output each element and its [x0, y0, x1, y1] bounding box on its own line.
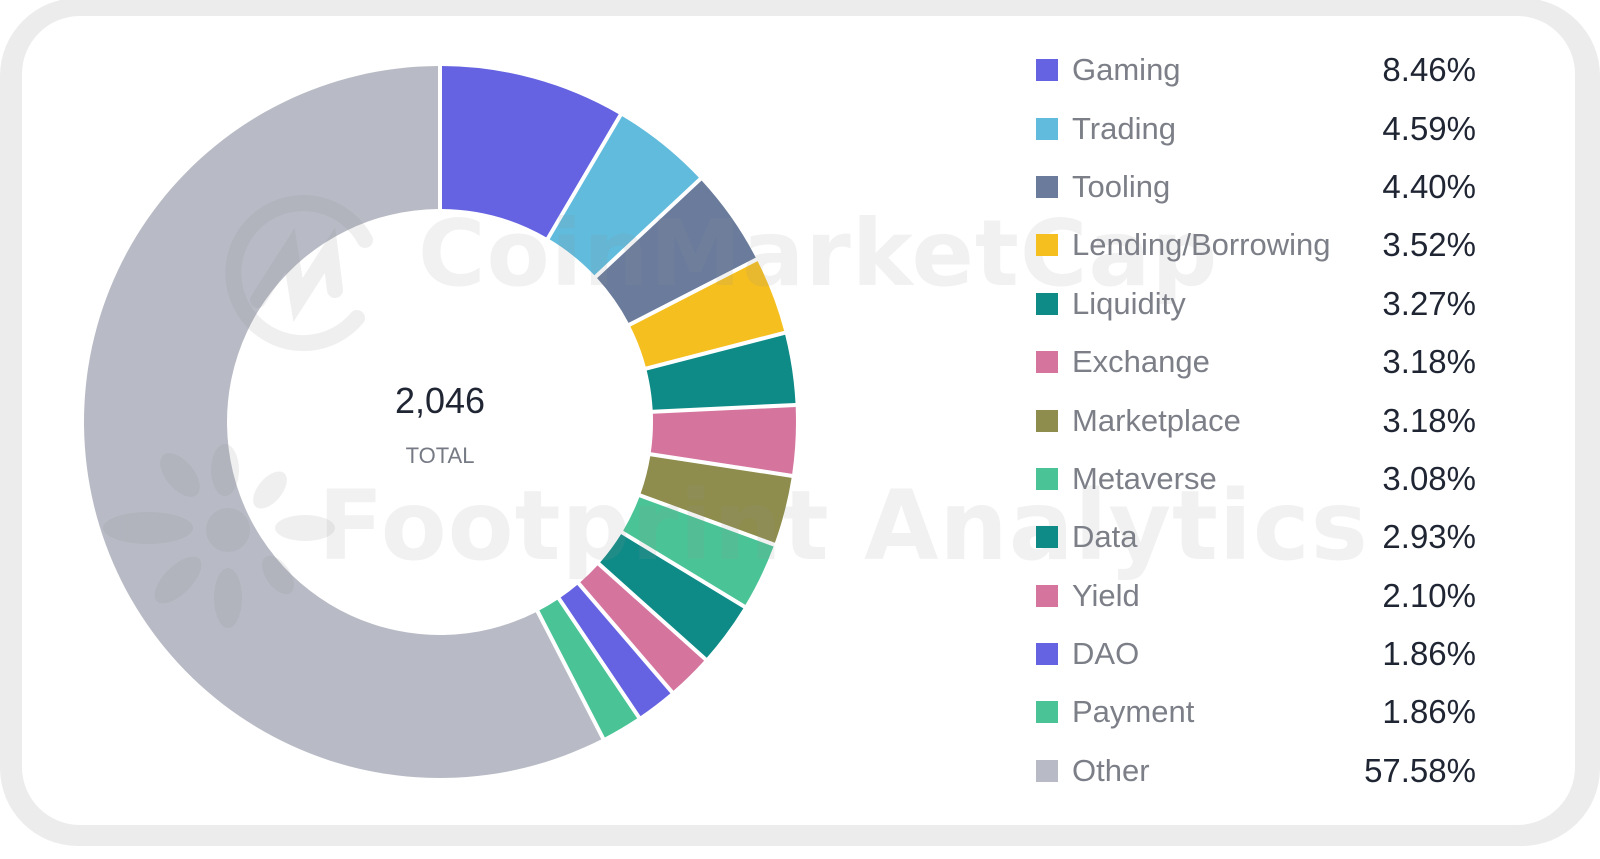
legend-value: 1.86% — [1382, 693, 1476, 731]
legend: Gaming 8.46% Trading 4.59% Tooling 4.40% Lendi… — [1036, 41, 1476, 800]
legend-item-lending-borrowing[interactable]: Lending/Borrowing 3.52% — [1036, 216, 1476, 274]
legend-swatch-icon — [1036, 759, 1058, 782]
legend-item-tooling[interactable]: Tooling 4.40% — [1036, 158, 1476, 216]
legend-value: 3.18% — [1382, 401, 1476, 439]
legend-label: Metaverse — [1072, 460, 1217, 496]
legend-swatch-icon — [1036, 175, 1058, 198]
legend-label: DAO — [1072, 636, 1140, 672]
legend-swatch-icon — [1036, 59, 1058, 82]
legend-swatch-icon — [1036, 292, 1058, 315]
legend-value: 8.46% — [1382, 51, 1476, 89]
legend-value: 57.58% — [1364, 751, 1476, 789]
legend-value: 3.27% — [1382, 284, 1476, 322]
legend-value: 3.08% — [1382, 459, 1476, 497]
legend-value: 2.10% — [1382, 576, 1476, 614]
legend-item-marketplace[interactable]: Marketplace 3.18% — [1036, 391, 1476, 449]
legend-label: Trading — [1072, 110, 1176, 146]
legend-label: Payment — [1072, 694, 1195, 730]
legend-label: Gaming — [1072, 52, 1181, 88]
legend-swatch-icon — [1036, 234, 1058, 257]
legend-swatch-icon — [1036, 467, 1058, 490]
legend-item-yield[interactable]: Yield 2.10% — [1036, 567, 1476, 625]
legend-item-payment[interactable]: Payment 1.86% — [1036, 683, 1476, 741]
legend-value: 3.52% — [1382, 226, 1476, 264]
legend-value: 1.86% — [1382, 635, 1476, 673]
legend-swatch-icon — [1036, 351, 1058, 374]
legend-label: Marketplace — [1072, 402, 1241, 438]
legend-swatch-icon — [1036, 701, 1058, 724]
legend-swatch-icon — [1036, 526, 1058, 549]
center-total-value: 2,046 — [394, 380, 486, 421]
legend-item-data[interactable]: Data 2.93% — [1036, 508, 1476, 566]
legend-swatch-icon — [1036, 643, 1058, 666]
legend-value: 3.18% — [1382, 343, 1476, 381]
legend-label: Tooling — [1072, 168, 1171, 204]
legend-label: Exchange — [1072, 344, 1210, 380]
legend-item-trading[interactable]: Trading 4.59% — [1036, 99, 1476, 157]
legend-item-metaverse[interactable]: Metaverse 3.08% — [1036, 450, 1476, 508]
legend-swatch-icon — [1036, 409, 1058, 432]
legend-label: Yield — [1072, 577, 1140, 613]
chart-card: CoinMarketCap Footprint Analytics 2,046 … — [22, 16, 1575, 825]
legend-item-gaming[interactable]: Gaming 8.46% — [1036, 41, 1476, 99]
center-total-label: TOTAL — [405, 443, 475, 468]
legend-label: Other — [1072, 752, 1150, 788]
legend-item-other[interactable]: Other 57.58% — [1036, 742, 1476, 800]
legend-swatch-icon — [1036, 117, 1058, 140]
legend-item-dao[interactable]: DAO 1.86% — [1036, 625, 1476, 683]
legend-value: 4.59% — [1382, 109, 1476, 147]
legend-label: Lending/Borrowing — [1072, 227, 1331, 263]
legend-item-liquidity[interactable]: Liquidity 3.27% — [1036, 275, 1476, 333]
legend-value: 2.93% — [1382, 518, 1476, 556]
legend-item-exchange[interactable]: Exchange 3.18% — [1036, 333, 1476, 391]
legend-swatch-icon — [1036, 584, 1058, 607]
legend-label: Liquidity — [1072, 285, 1186, 321]
donut-slices — [83, 66, 797, 778]
legend-label: Data — [1072, 519, 1138, 555]
legend-value: 4.40% — [1382, 167, 1476, 205]
